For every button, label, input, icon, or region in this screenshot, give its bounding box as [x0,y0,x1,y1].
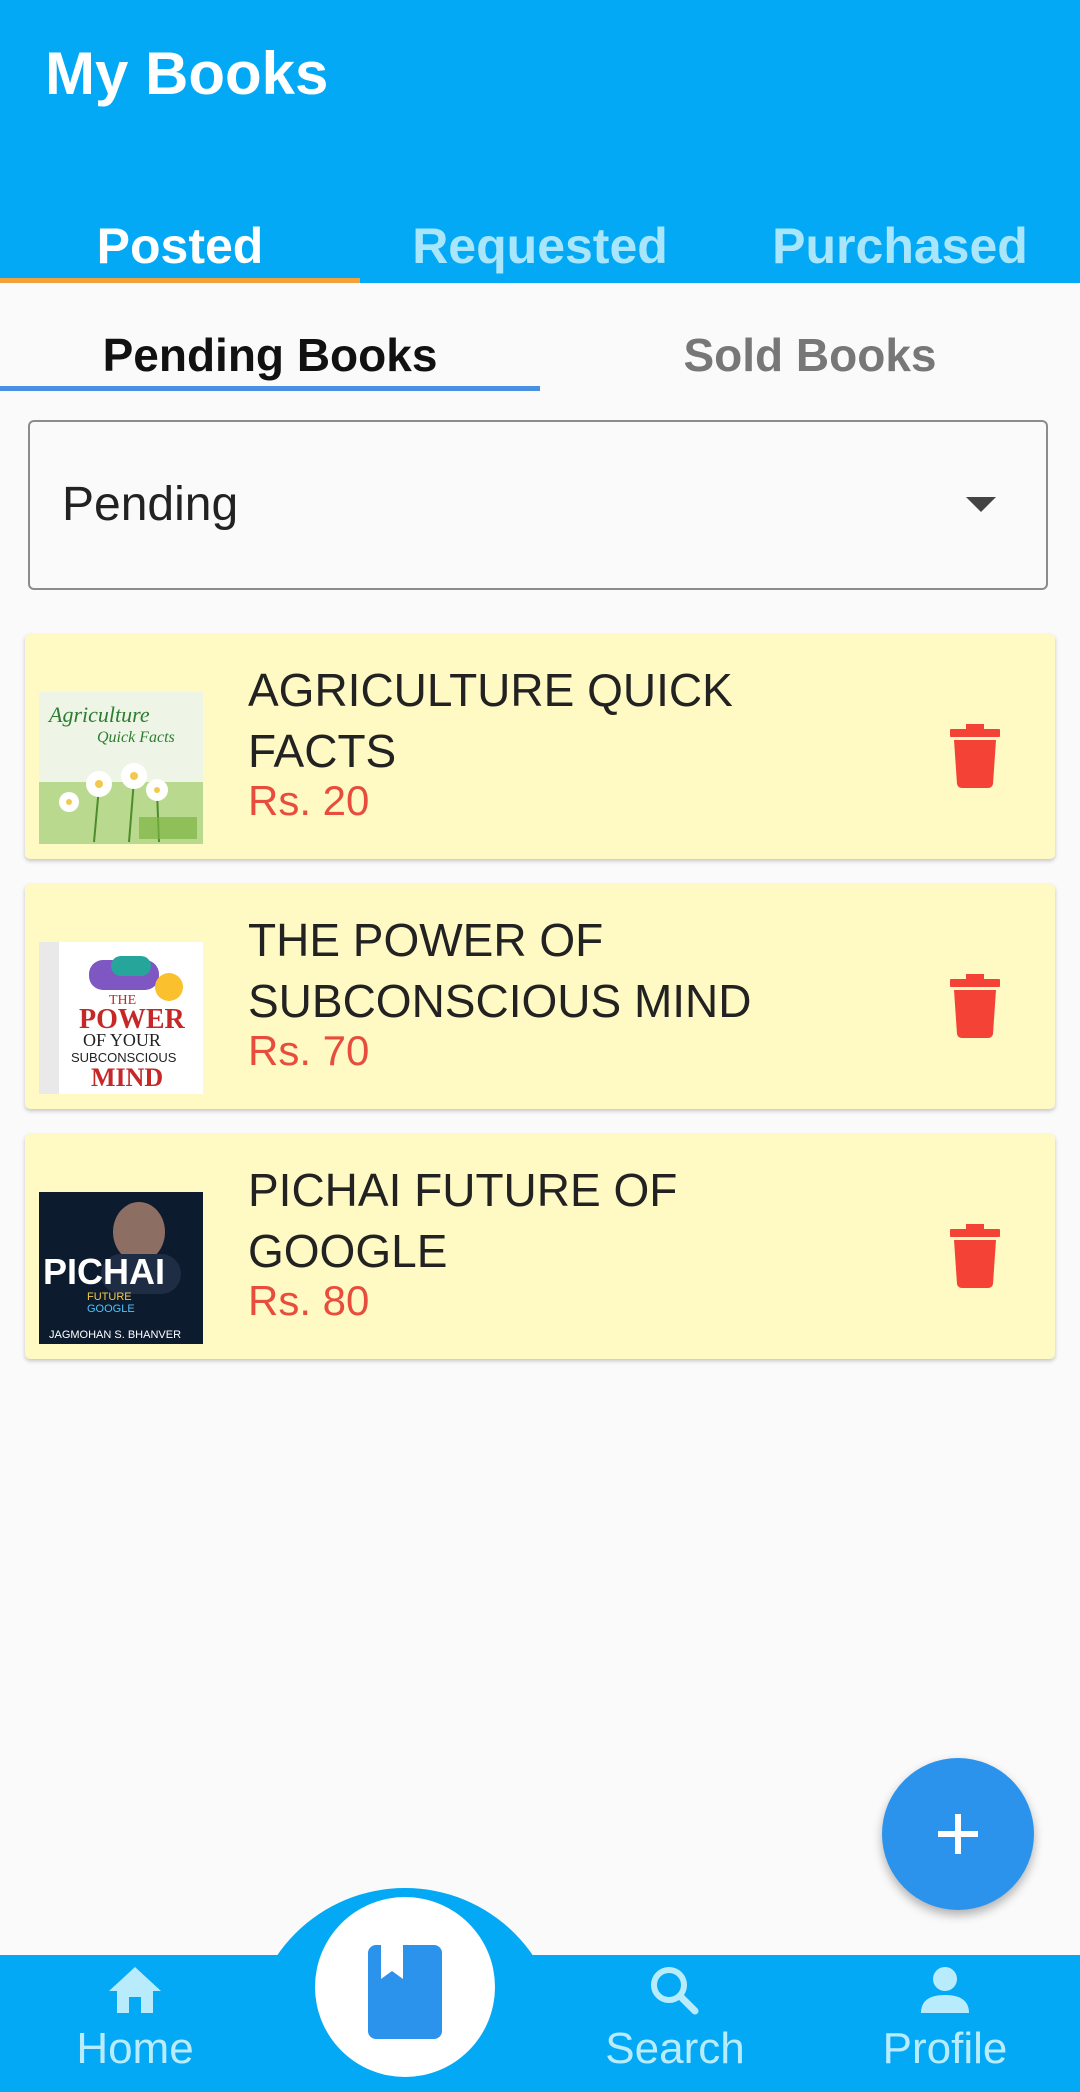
cover-text: Quick Facts [97,729,175,746]
search-icon [651,1967,699,2015]
delete-icon[interactable] [950,1224,1000,1288]
book-title: THE POWER OF SUBCONSCIOUS MIND [248,914,752,1027]
nav-search[interactable]: Search [590,1965,760,2074]
delete-icon[interactable] [950,974,1000,1038]
dropdown-arrow-icon [966,497,996,512]
tab-indicator [0,278,360,283]
dropdown-selected-value: Pending [62,478,239,531]
book-cover-image: PICHAI FUTURE GOOGLE JAGMOHAN S. BHANVER [39,1192,203,1344]
cover-text: FUTURE [87,1291,132,1303]
nav-label: Home [76,2024,194,2073]
cover-text: GOOGLE [87,1303,135,1315]
subtab-sold-books[interactable]: Sold Books [540,315,1080,395]
tab-requested[interactable]: Requested [360,210,720,282]
cover-text: JAGMOHAN S. BHANVER [49,1329,181,1341]
book-card-3[interactable]: PICHAI FUTURE GOOGLE JAGMOHAN S. BHANVER… [25,1134,1055,1359]
book-cover-image: Agriculture Quick Facts [39,692,203,844]
book-price: Rs. 80 [248,1277,370,1324]
cover-text: Agriculture [47,702,150,727]
nav-my-books[interactable] [315,1897,495,2077]
tab-posted[interactable]: Posted [0,210,360,282]
cover-text: PICHAI [43,1251,165,1292]
nav-label: Profile [882,2024,1008,2073]
add-book-button[interactable] [882,1758,1034,1910]
book-cover-image: THE POWER OF YOUR SUBCONSCIOUS MIND [39,942,203,1094]
book-card-2[interactable]: THE POWER OF YOUR SUBCONSCIOUS MIND THE … [25,884,1055,1109]
home-icon [109,1967,161,2013]
cover-text: MIND [91,1063,163,1092]
nav-profile[interactable]: Profile [865,1965,1025,2074]
delete-icon[interactable] [950,724,1000,788]
page-title: My Books [45,40,329,107]
cover-text: OF YOUR [83,1030,161,1050]
book-title: AGRICULTURE QUICK FACTS [248,664,733,777]
nav-home[interactable]: Home [60,1965,210,2074]
book-price: Rs. 70 [248,1027,370,1074]
status-dropdown[interactable]: Pending [28,420,1048,590]
book-card-1[interactable]: Agriculture Quick Facts AGRICULTURE QUIC… [25,634,1055,859]
nav-label: Search [605,2024,745,2073]
book-price: Rs. 20 [248,777,370,824]
subtab-pending-books[interactable]: Pending Books [0,315,540,395]
book-title: PICHAI FUTURE OF GOOGLE [248,1164,678,1277]
tab-purchased[interactable]: Purchased [720,210,1080,282]
person-icon [921,1967,969,2013]
subtab-indicator [0,386,540,391]
book-icon [368,1945,442,2039]
